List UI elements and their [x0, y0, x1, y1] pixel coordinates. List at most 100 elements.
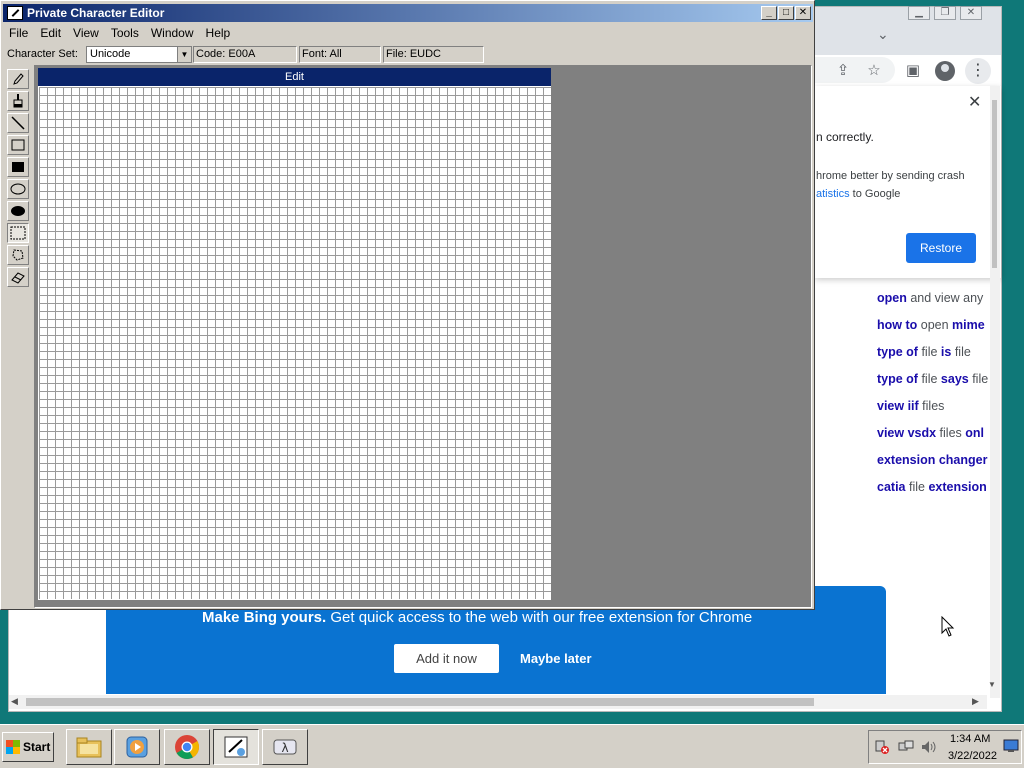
related-search-part: extension changer	[877, 453, 988, 467]
related-search-item[interactable]: type of file is file	[877, 343, 988, 370]
maybe-later-button[interactable]: Maybe later	[520, 651, 592, 666]
character-set-label: Character Set:	[7, 48, 78, 60]
maximize-button[interactable]: □	[778, 6, 794, 20]
restore-button[interactable]: Restore	[906, 233, 976, 263]
start-label: Start	[23, 740, 51, 754]
add-it-now-button[interactable]: Add it now	[394, 644, 499, 673]
related-search-item[interactable]: catia file extension	[877, 478, 988, 505]
hollow-rectangle-tool-icon[interactable]	[7, 135, 29, 155]
related-search-part: and view any	[906, 291, 984, 305]
title-bar[interactable]: Private Character Editor _ □ ✕	[3, 4, 813, 22]
volume-icon[interactable]	[920, 739, 936, 755]
related-search-part: open	[877, 291, 907, 305]
related-search-part: file	[917, 372, 941, 386]
related-search-part: file	[905, 480, 929, 494]
info-bar: Character Set: Unicode ▼ Code: E00A Font…	[3, 45, 813, 65]
crash-bubble-title: n correctly.	[816, 130, 874, 144]
lambda-app-icon: λ	[273, 739, 297, 755]
font-field: Font: All	[299, 46, 381, 63]
app-icon[interactable]	[7, 6, 23, 20]
crash-body-line2: to Google	[849, 188, 901, 200]
scroll-left-arrow-icon[interactable]: ◀	[11, 696, 18, 707]
file-field: File: EUDC	[383, 46, 484, 63]
clock-date[interactable]: 3/22/2022	[948, 750, 997, 762]
system-tray	[868, 730, 1022, 764]
show-desktop-icon[interactable]	[1003, 739, 1019, 755]
filled-rectangle-tool-icon[interactable]	[7, 157, 29, 177]
related-search-part: files	[936, 426, 966, 440]
close-button[interactable]: ✕	[795, 6, 811, 20]
related-search-part: type of	[877, 372, 918, 386]
brush-tool-icon[interactable]	[7, 91, 29, 111]
mouse-cursor-icon	[941, 616, 955, 637]
related-search-item[interactable]: view vsdx files onl	[877, 424, 988, 451]
related-search-part: mime	[952, 318, 985, 332]
character-set-dropdown[interactable]: Unicode ▼	[86, 46, 192, 63]
edit-window-title[interactable]: Edit	[38, 68, 551, 86]
menu-window[interactable]: Window	[145, 24, 200, 43]
bubble-close-icon[interactable]: ✕	[968, 92, 981, 112]
start-button[interactable]: Start	[2, 732, 54, 762]
vertical-scroll-thumb[interactable]	[992, 100, 997, 268]
hollow-ellipse-tool-icon[interactable]	[7, 179, 29, 199]
network-error-icon[interactable]	[874, 739, 890, 755]
tab-search-chevron-icon[interactable]: ⌄	[877, 26, 889, 43]
related-search-item[interactable]: type of file says file	[877, 370, 988, 397]
pencil-tool-icon[interactable]	[7, 69, 29, 89]
related-search-part: view iif	[877, 399, 919, 413]
edit-grid-window: Edit	[37, 67, 552, 601]
related-search-part: is	[940, 345, 952, 359]
related-search-part: catia	[877, 480, 906, 494]
private-character-editor-icon	[224, 736, 248, 758]
bing-banner-text: Make Bing yours. Get quick access to the…	[202, 609, 752, 626]
chrome-icon	[175, 735, 199, 760]
taskbar-media-player-button[interactable]	[114, 729, 160, 765]
related-search-item[interactable]: extension changer	[877, 451, 988, 478]
related-searches: open and view any how to open mime type of…	[877, 289, 988, 505]
window-title: Private Character Editor	[27, 6, 165, 20]
related-search-part: files	[918, 399, 945, 413]
character-edit-grid[interactable]	[39, 87, 551, 599]
usage-statistics-link[interactable]: atistics	[816, 188, 850, 200]
taskbar-lambda-app-button[interactable]: λ	[262, 729, 308, 765]
menu-view[interactable]: View	[67, 24, 105, 43]
filled-ellipse-tool-icon[interactable]	[7, 201, 29, 221]
scroll-down-arrow-icon[interactable]: ▼	[988, 680, 996, 689]
network-icon[interactable]	[898, 739, 914, 755]
menu-tools[interactable]: Tools	[105, 24, 145, 43]
bookmark-star-icon[interactable]: ☆	[864, 61, 884, 81]
taskbar-chrome-button[interactable]	[164, 729, 210, 765]
clock-time[interactable]: 1:34 AM	[950, 733, 990, 745]
line-tool-icon[interactable]	[7, 113, 29, 133]
related-search-item[interactable]: view iif files	[877, 397, 988, 424]
menu-file[interactable]: File	[3, 24, 34, 43]
bing-banner-bold: Make Bing yours.	[202, 609, 327, 626]
menu-help[interactable]: Help	[200, 24, 237, 43]
freeform-selection-tool-icon[interactable]	[7, 245, 29, 265]
related-search-part: file	[968, 372, 989, 386]
windows-logo-icon	[6, 740, 20, 754]
related-search-part: file	[917, 345, 941, 359]
minimize-button[interactable]: _	[761, 6, 777, 20]
maximize-icon[interactable]: ❐	[934, 6, 956, 20]
minimize-icon[interactable]: ▁	[908, 6, 930, 20]
close-icon[interactable]: ✕	[960, 6, 982, 20]
taskbar-private-character-editor-button[interactable]	[213, 729, 259, 765]
bing-banner-message: Get quick access to the web with our fre…	[326, 609, 753, 626]
related-search-item[interactable]: open and view any	[877, 289, 988, 316]
profile-avatar-icon[interactable]	[935, 61, 955, 81]
related-search-part: how to	[877, 318, 918, 332]
chrome-window-controls: ▁ ❐ ✕	[908, 6, 982, 20]
side-panel-icon[interactable]: ▣	[903, 61, 923, 81]
scroll-right-arrow-icon[interactable]: ▶	[972, 696, 979, 707]
related-search-item[interactable]: how to open mime	[877, 316, 988, 343]
menu-edit[interactable]: Edit	[34, 24, 67, 43]
taskbar-explorer-button[interactable]	[66, 729, 112, 765]
horizontal-scroll-thumb[interactable]	[26, 698, 814, 706]
rectangular-selection-tool-icon[interactable]	[7, 223, 29, 243]
eraser-tool-icon[interactable]	[7, 267, 29, 287]
share-icon[interactable]: ⇪	[833, 61, 853, 81]
dropdown-arrow-icon[interactable]: ▼	[177, 47, 191, 62]
chrome-menu-icon[interactable]: ⋮	[965, 58, 991, 84]
related-search-part: extension	[928, 480, 987, 494]
